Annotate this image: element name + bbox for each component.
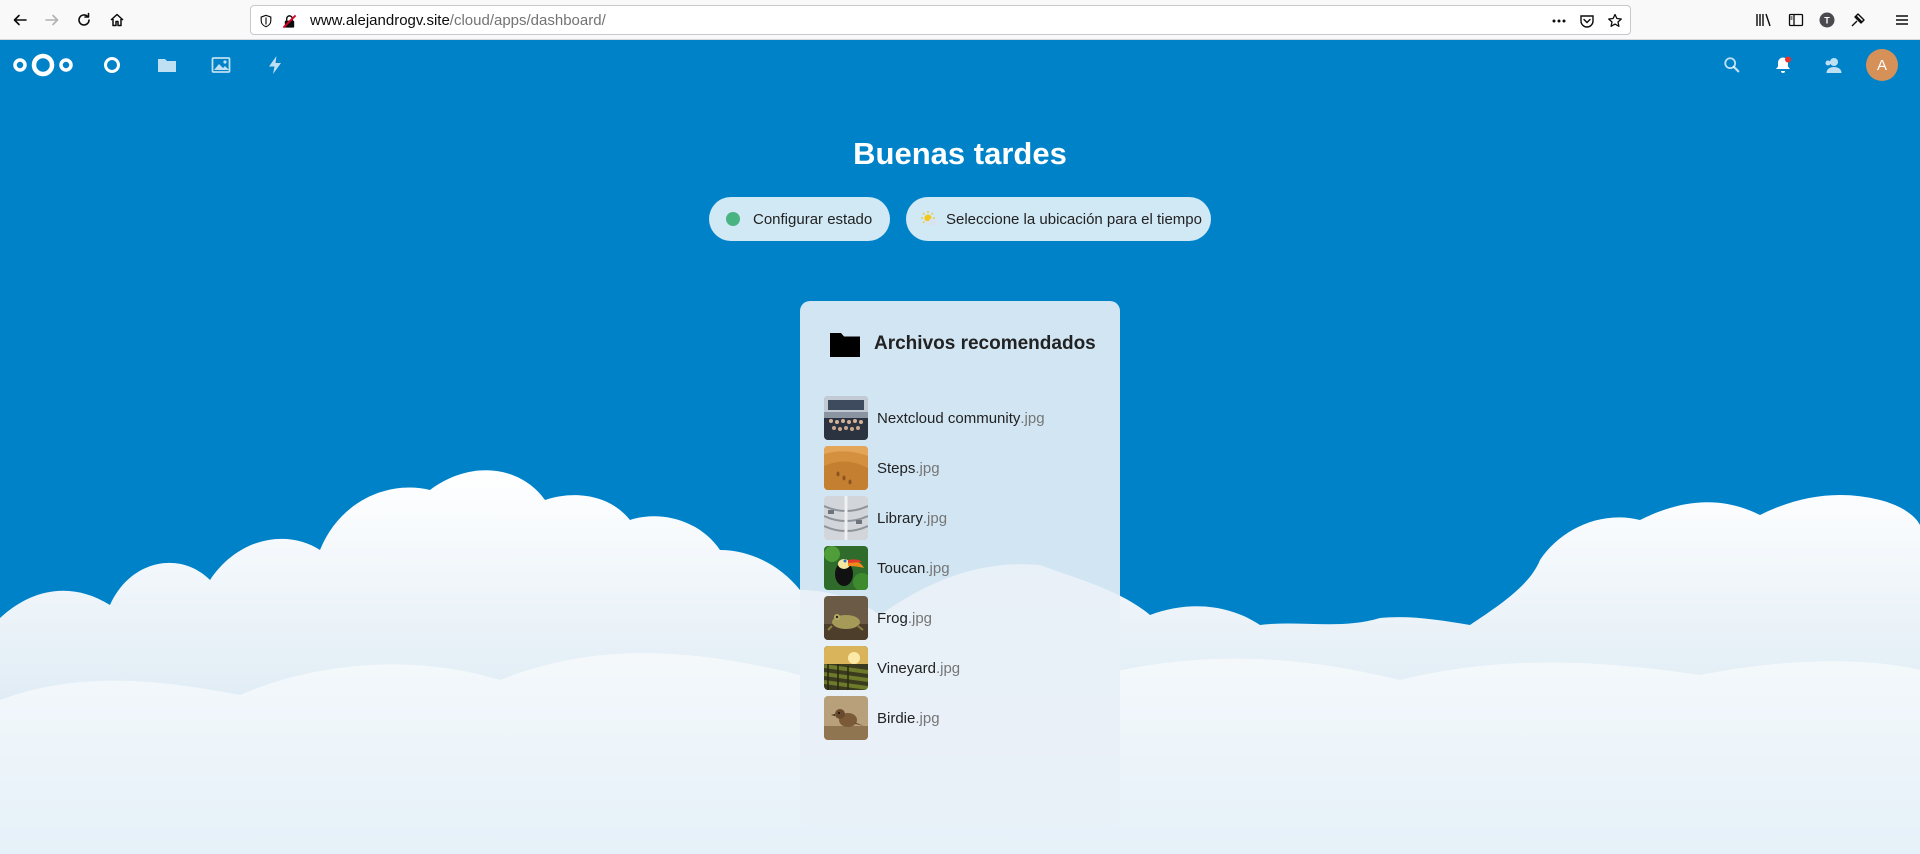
file-name: Frog [877,609,908,627]
user-avatar[interactable]: A [1866,49,1898,81]
bookmark-star-icon[interactable] [1607,13,1623,29]
pocket-icon[interactable] [1579,13,1595,29]
account-icon[interactable]: T [1817,10,1837,30]
file-extension: .jpg [1020,409,1045,427]
file-extension: .jpg [925,559,950,577]
file-item-vineyard[interactable]: Vineyard .jpg [824,645,1100,691]
file-name: Vineyard [877,659,936,677]
photos-icon[interactable] [211,55,231,75]
file-name: Steps [877,459,916,477]
file-thumbnail [824,696,868,740]
insecure-lock-icon[interactable] [281,13,297,29]
panel-header: Archivos recomendados [830,331,1096,357]
sidebar-icon[interactable] [1786,10,1806,30]
file-name: Nextcloud community [877,409,1021,427]
set-status-button[interactable]: Configurar estado [709,197,890,241]
url-domain: www.alejandrogv.site [310,12,450,29]
shield-icon[interactable] [258,13,274,29]
forward-button[interactable] [38,6,66,34]
file-name: Library [877,509,923,527]
file-thumbnail [824,396,868,440]
file-name: Birdie [877,709,916,727]
back-arrow-icon [13,14,27,26]
file-item-library[interactable]: Library .jpg [824,495,1100,541]
files-icon[interactable] [157,55,177,75]
file-extension: .jpg [915,459,940,477]
file-item-toucan[interactable]: Toucan .jpg [824,545,1100,591]
recommended-files-panel: Archivos recomendados Nextcloud communit… [800,301,1120,825]
home-button[interactable] [103,6,131,34]
online-status-icon [726,212,740,226]
greeting-heading: Buenas tardes [853,136,1067,171]
file-extension: .jpg [907,609,933,627]
file-name: Toucan [877,559,926,577]
file-extension: .jpg [922,509,948,527]
search-icon[interactable] [1722,55,1742,75]
back-button[interactable] [6,6,34,34]
nextcloud-header: A [0,40,1920,90]
nextcloud-logo[interactable] [12,50,74,80]
file-item-frog[interactable]: Frog .jpg [824,595,1100,641]
library-icon[interactable] [1754,10,1774,30]
notifications-bell-icon[interactable] [1773,55,1793,75]
weather-location-label: Seleccione la ubicación para el tiempo [946,210,1202,228]
panel-title: Archivos recomendados [874,333,1096,354]
file-thumbnail [824,596,868,640]
browser-toolbar: www.alejandrogv.site/cloud/apps/dashboar… [0,0,1920,40]
home-icon [110,13,124,27]
file-extension: .jpg [935,659,961,677]
url-text: www.alejandrogv.site/cloud/apps/dashboar… [310,12,606,29]
hamburger-menu-icon[interactable] [1892,10,1912,30]
file-thumbnail [824,446,868,490]
folder-icon [830,333,860,357]
file-thumbnail [824,546,868,590]
page-actions-icon[interactable] [1551,13,1567,29]
contacts-icon[interactable] [1823,55,1843,75]
dashboard-icon[interactable] [102,55,122,75]
reload-button[interactable] [70,6,98,34]
activity-icon[interactable] [265,55,285,75]
account-initial: T [1824,16,1830,26]
file-item-birdie[interactable]: Birdie .jpg [824,695,1100,741]
set-status-label: Configurar estado [753,210,873,228]
forward-arrow-icon [45,14,59,26]
file-extension: .jpg [915,709,940,727]
reload-icon [78,12,90,26]
extension-icon[interactable] [1848,10,1868,30]
file-item-steps[interactable]: Steps .jpg [824,445,1100,491]
file-item-nextcloud-community[interactable]: Nextcloud community .jpg [824,395,1100,441]
weather-sun-cloud-icon [921,211,938,225]
weather-location-button[interactable]: Seleccione la ubicación para el tiempo [906,197,1211,241]
file-thumbnail [824,496,868,540]
file-thumbnail [824,646,868,690]
url-path: /cloud/apps/dashboard/ [449,12,606,29]
address-bar[interactable]: www.alejandrogv.site/cloud/apps/dashboar… [250,5,1631,35]
